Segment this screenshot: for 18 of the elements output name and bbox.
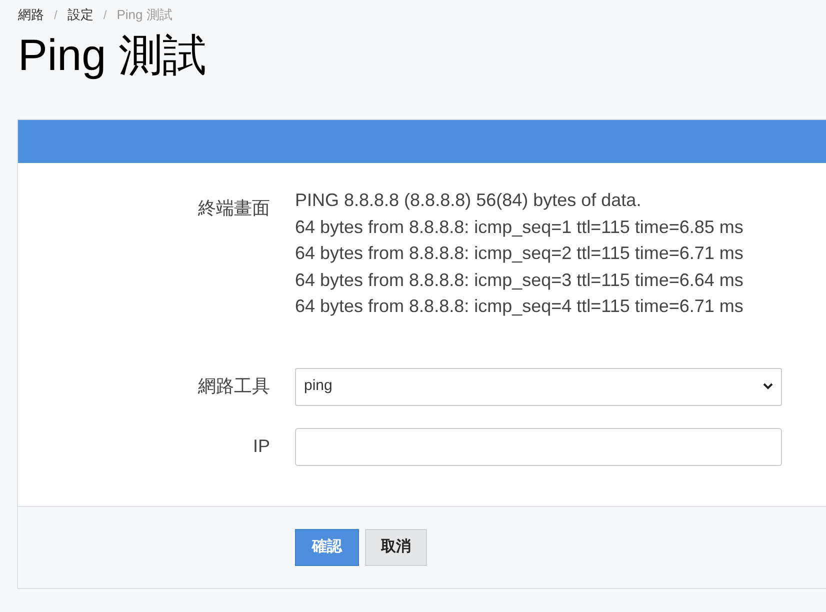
cancel-button[interactable]: 取消 [365,528,427,566]
chevron-down-icon [763,383,773,390]
terminal-output-line: 64 bytes from 8.8.8.8: icmp_seq=4 ttl=115 time=6.71 ms [295,295,744,318]
breadcrumb-current: Ping 測試 [116,6,172,24]
field-label: 網路工具 [198,375,270,398]
page-title: Ping 測試 [18,30,208,82]
terminal-output-line: PING 8.8.8.8 (8.8.8.8) 56(84) bytes of data. [295,189,642,212]
field-label: 終端畫面 [198,197,270,220]
breadcrumb-link[interactable]: 設定 [67,5,94,25]
breadcrumb-separator: / [54,7,58,24]
terminal-output-line: 64 bytes from 8.8.8.8: icmp_seq=2 ttl=115 time=6.71 ms [295,242,744,265]
ip-input-field[interactable] [295,428,782,466]
breadcrumb-link[interactable]: 網路 [18,5,44,25]
breadcrumb-separator: / [103,7,107,24]
field-label: IP [252,435,270,458]
terminal-output-line: 64 bytes from 8.8.8.8: icmp_seq=3 ttl=115 time=6.64 ms [295,268,744,292]
terminal-output-line: 64 bytes from 8.8.8.8: icmp_seq=1 ttl=115 time=6.85 ms [295,216,744,239]
tool-select[interactable]: ping [295,368,782,406]
